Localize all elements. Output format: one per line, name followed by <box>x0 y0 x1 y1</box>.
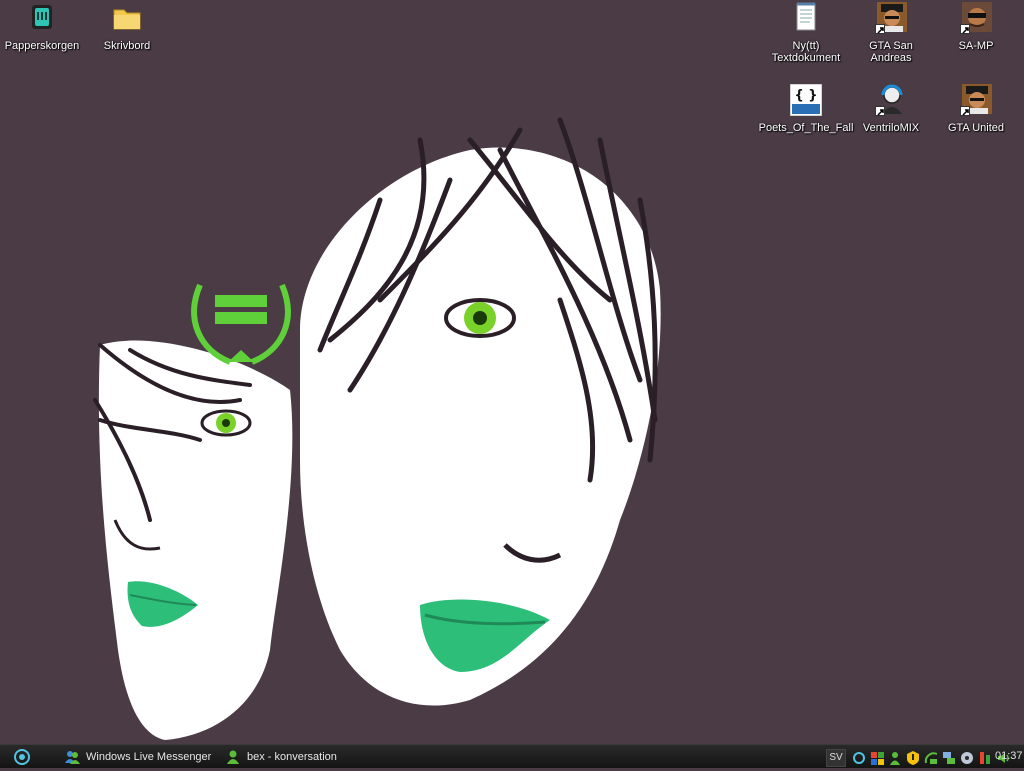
shortcut-arrow-icon <box>875 24 885 34</box>
shortcut-arrow-icon <box>960 106 970 116</box>
shortcut-arrow-icon <box>960 24 970 34</box>
desktop-icon-label: SA-MP <box>958 40 994 52</box>
task-label: Windows Live Messenger <box>86 751 212 763</box>
system-tray <box>852 749 1011 765</box>
clock[interactable]: 01:37 <box>995 750 1023 762</box>
matroska-file-icon: { } <box>789 83 823 117</box>
desktop-icon-folder[interactable]: Skrivbord <box>85 2 169 52</box>
tray-network-icon[interactable] <box>942 750 957 765</box>
desktop-icon-gta-united[interactable]: GTA United <box>934 84 1018 134</box>
ventrilo-icon <box>875 84 907 116</box>
desktop-icon-gta-san-andreas[interactable]: GTA San Andreas <box>849 2 933 64</box>
taskbar: Windows Live Messenger bex - konversatio… <box>0 744 1024 768</box>
task-windows-live-messenger[interactable]: Windows Live Messenger <box>64 748 211 766</box>
svg-text:{ }: { } <box>794 88 817 103</box>
laurel-logo <box>191 283 291 365</box>
desktop-icon-ventrilo[interactable]: VentriloMIX <box>849 84 933 134</box>
tray-circle-icon[interactable] <box>852 750 867 765</box>
gta-united-icon <box>960 84 992 116</box>
desktop-icon-matroska-file[interactable]: { } Poets_Of_The_Fall <box>759 83 853 134</box>
desktop-icon-label: Ny(tt) Textdokument <box>771 40 841 64</box>
tray-windows-flag-icon[interactable] <box>870 750 885 765</box>
conversation-icon <box>227 750 239 764</box>
desktop-icon-label: Skrivbord <box>103 40 151 52</box>
shortcut-arrow-icon <box>875 106 885 116</box>
task-label: bex - konversation <box>247 751 337 763</box>
text-document-icon <box>790 2 822 34</box>
large-eye <box>444 298 516 338</box>
desktop-icon-sa-mp[interactable]: SA-MP <box>934 2 1018 52</box>
tray-audio-meter-icon[interactable] <box>978 750 993 765</box>
start-button[interactable] <box>13 748 31 766</box>
desktop-icon-label: GTA San Andreas <box>869 40 913 64</box>
folder-icon <box>111 2 143 34</box>
tray-media-disc-icon[interactable] <box>960 750 975 765</box>
language-indicator[interactable]: SV <box>826 749 846 767</box>
gta-san-andreas-icon <box>875 2 907 34</box>
desktop-icon-label: Poets_Of_The_Fall <box>758 122 854 134</box>
messenger-icon <box>65 751 80 764</box>
desktop-icon-label: GTA United <box>947 122 1005 134</box>
desktop-icon-label: VentriloMIX <box>862 122 920 134</box>
recycle-bin-icon <box>26 2 58 34</box>
small-eye <box>200 409 252 437</box>
tray-security-shield-icon[interactable] <box>906 750 921 765</box>
start-orb-icon <box>14 749 30 765</box>
desktop-icon-label: Papperskorgen <box>4 40 80 52</box>
task-conversation[interactable]: bex - konversation <box>225 748 337 766</box>
desktop-icon-recycle-bin[interactable]: Papperskorgen <box>0 2 84 52</box>
desktop-icon-text-document[interactable]: Ny(tt) Textdokument <box>764 2 848 64</box>
tray-wireless-icon[interactable] <box>924 750 939 765</box>
tray-messenger-icon[interactable] <box>888 750 903 765</box>
sa-mp-icon <box>960 2 992 34</box>
